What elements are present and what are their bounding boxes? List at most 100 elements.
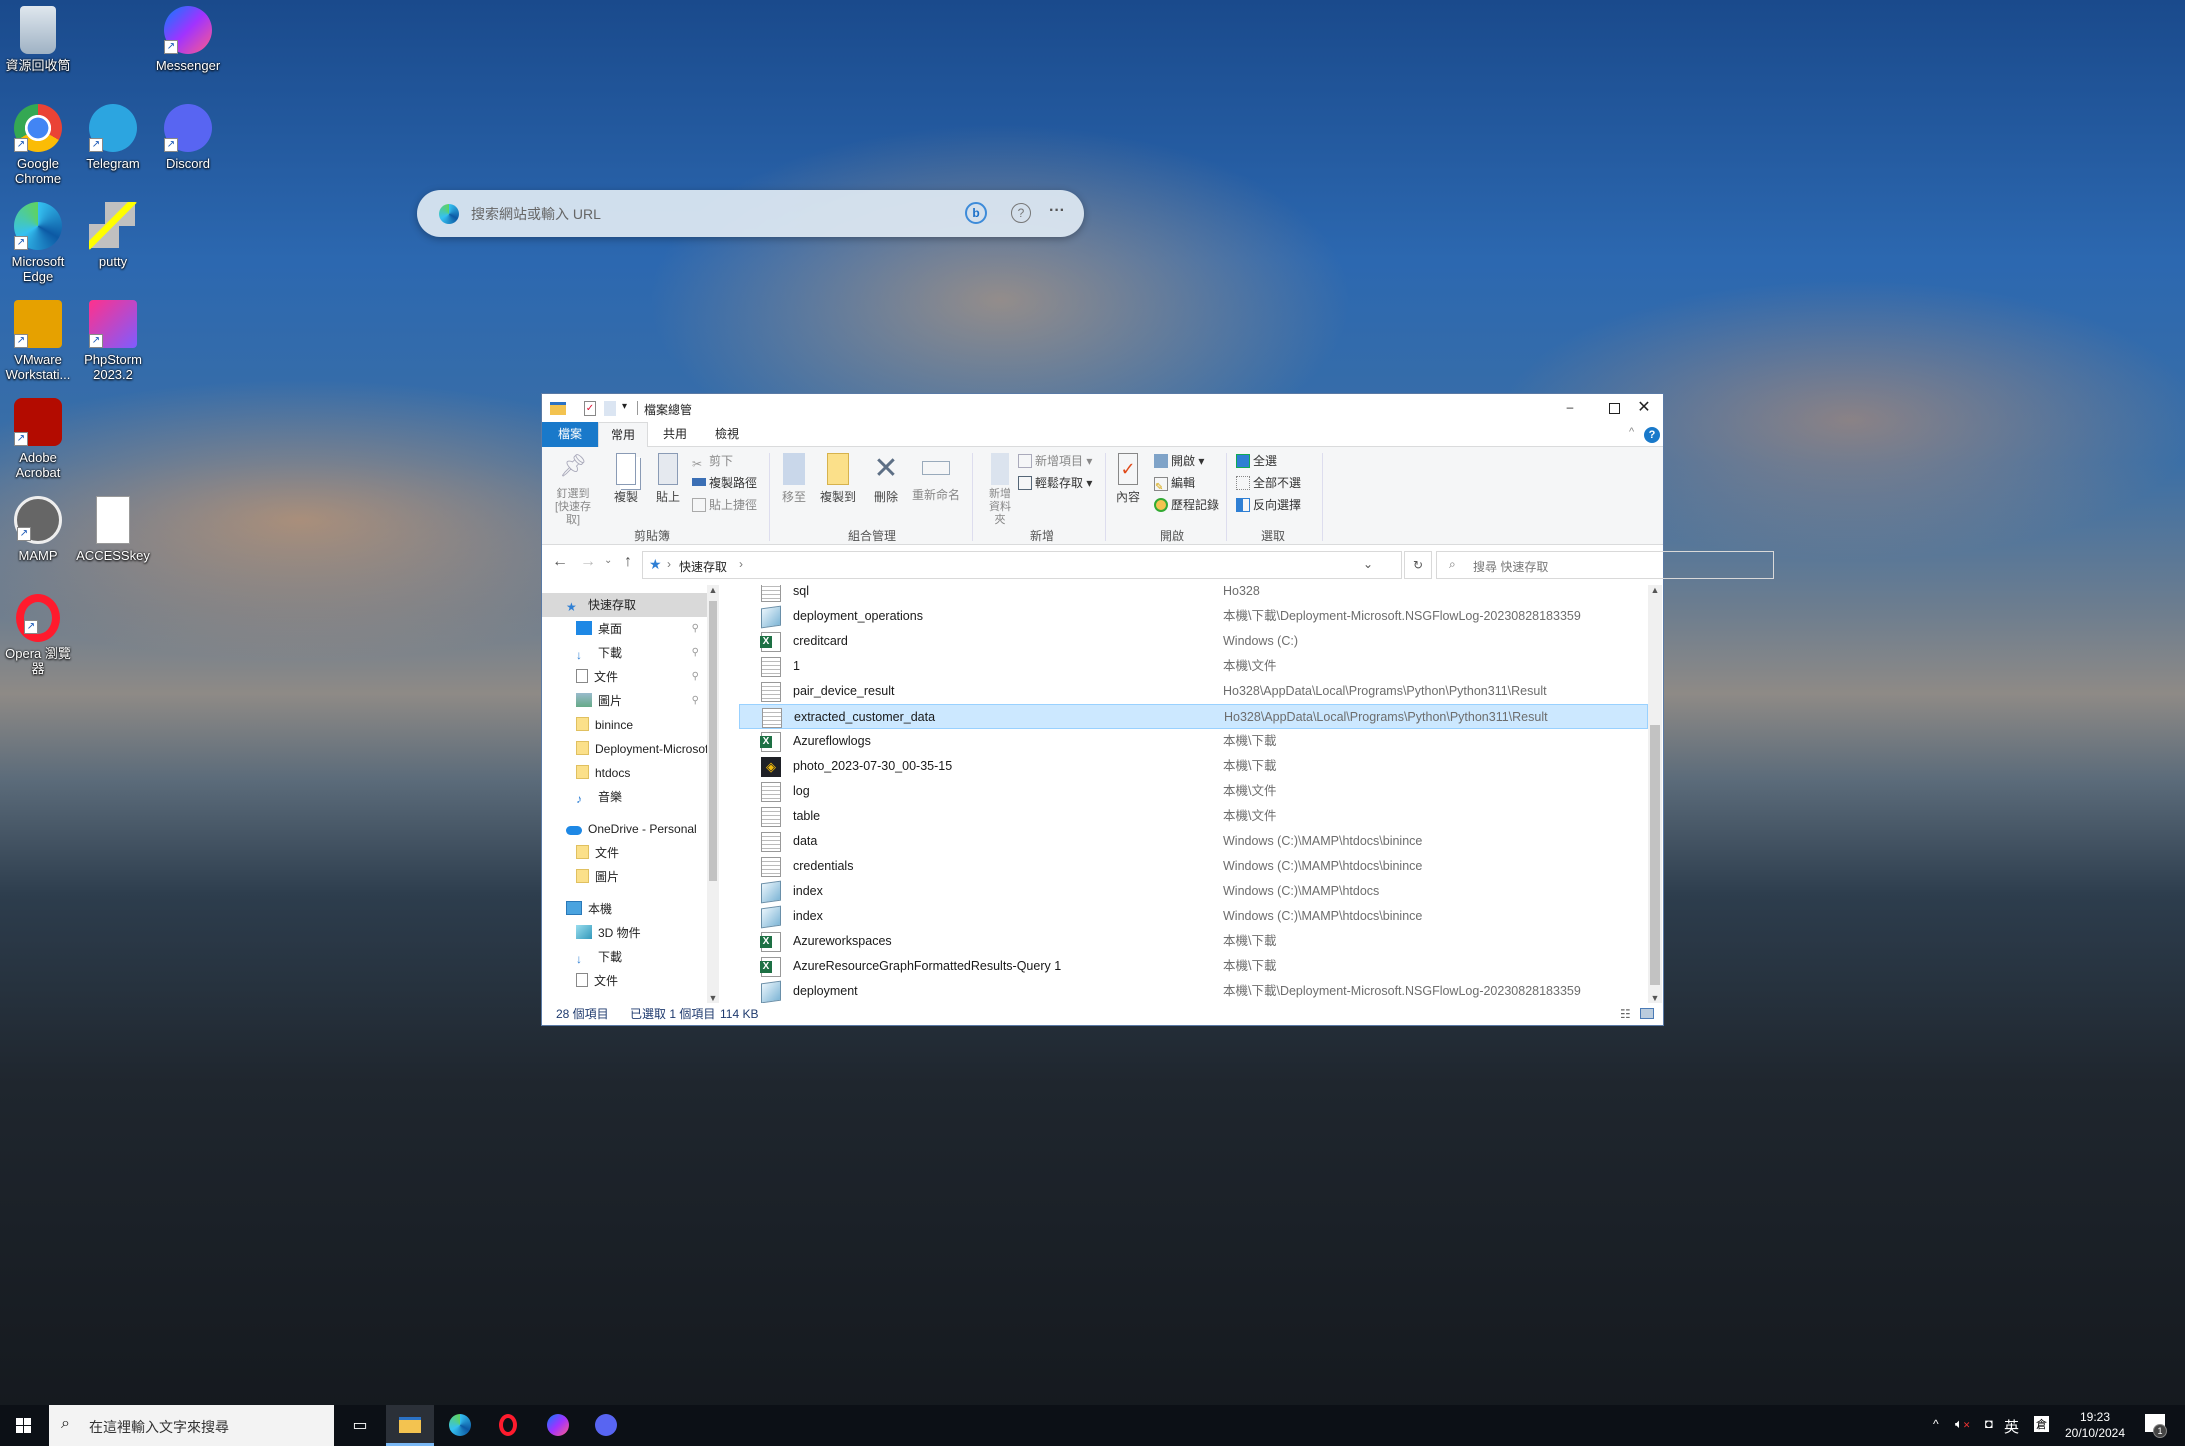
- nav-item[interactable]: 本機: [542, 897, 707, 921]
- scroll-up-icon[interactable]: ▲: [1648, 585, 1662, 595]
- nav-item[interactable]: 圖片: [542, 865, 707, 889]
- file-row[interactable]: extracted_customer_data Ho328\AppData\Loc…: [739, 704, 1648, 729]
- help-icon[interactable]: ?: [1644, 427, 1660, 443]
- scroll-down-icon[interactable]: ▼: [1648, 993, 1662, 1003]
- taskbar-discord[interactable]: [582, 1405, 630, 1446]
- address-dropdown-icon[interactable]: ⌄: [1363, 557, 1373, 571]
- select-none-button[interactable]: 全部不選: [1236, 473, 1301, 493]
- file-row[interactable]: deployment_operations 本機\下載\Deployment-Mi…: [739, 604, 1648, 629]
- rename-button[interactable]: 重新命名: [908, 449, 964, 503]
- properties-quick-icon[interactable]: ✓: [584, 401, 596, 416]
- search-input[interactable]: ⌕ 搜尋 快速存取: [1436, 551, 1774, 579]
- tab-view[interactable]: 檢視: [702, 422, 752, 447]
- desktop-icon-edge[interactable]: ↗ Microsoft Edge: [0, 202, 76, 284]
- desktop-icon-recycle-bin[interactable]: 資源回收筒: [0, 6, 76, 73]
- nav-item[interactable]: ♪ 音樂: [542, 785, 707, 809]
- taskbar-search-box[interactable]: ⌕ 在這裡輸入文字來搜尋: [49, 1405, 334, 1446]
- nav-item[interactable]: 文件: [542, 841, 707, 865]
- file-row[interactable]: Azureflowlogs 本機\下載: [739, 729, 1648, 754]
- cut-button[interactable]: ✂ 剪下: [692, 451, 733, 471]
- pin-quick-access-button[interactable]: 📌︎ 釘選到 [快速存取]: [548, 449, 598, 527]
- desktop-icon-opera[interactable]: ↗ Opera 瀏覽器: [0, 594, 76, 676]
- more-icon[interactable]: ···: [1049, 202, 1065, 220]
- desktop-icon-chrome[interactable]: ↗ Google Chrome: [0, 104, 76, 186]
- tab-share[interactable]: 共用: [650, 422, 700, 447]
- address-bar[interactable]: ★ › 快速存取 › ⌄: [642, 551, 1402, 579]
- file-row[interactable]: sql Ho328: [739, 585, 1648, 604]
- easy-access-button[interactable]: 輕鬆存取 ▾: [1018, 473, 1092, 493]
- forward-button[interactable]: →: [580, 553, 596, 571]
- move-to-button[interactable]: 移至: [774, 449, 814, 505]
- start-button[interactable]: [0, 1405, 48, 1446]
- recent-locations-button[interactable]: ⌄: [604, 555, 612, 566]
- taskbar-opera[interactable]: [484, 1405, 532, 1446]
- copy-path-button[interactable]: 複製路徑: [692, 473, 757, 493]
- bing-chat-icon[interactable]: b: [965, 202, 987, 224]
- collapse-ribbon-icon[interactable]: ^: [1629, 426, 1634, 438]
- new-folder-button[interactable]: 新增資料夾: [978, 449, 1022, 527]
- edge-search-input[interactable]: 搜索網站或輸入 URL: [471, 204, 601, 224]
- large-icons-view-button[interactable]: [1640, 1008, 1654, 1019]
- file-row[interactable]: table 本機\文件: [739, 804, 1648, 829]
- copy-button[interactable]: 複製: [606, 449, 646, 505]
- volume-muted-icon[interactable]: 🔈︎✕: [1955, 1416, 1970, 1432]
- file-row[interactable]: pair_device_result Ho328\AppData\Local\Pr…: [739, 679, 1648, 704]
- desktop-icon-acrobat[interactable]: ↗ Adobe Acrobat: [0, 398, 76, 480]
- nav-item[interactable]: 圖片 ⚲: [542, 689, 707, 713]
- nav-item[interactable]: OneDrive - Personal: [542, 817, 707, 841]
- details-view-button[interactable]: ☷: [1620, 1003, 1631, 1025]
- nav-item[interactable]: binince: [542, 713, 707, 737]
- meet-now-icon[interactable]: ◘: [1985, 1416, 1993, 1431]
- ime-cangjie-icon[interactable]: 倉: [2034, 1416, 2049, 1432]
- desktop-icon-putty[interactable]: putty: [75, 202, 151, 269]
- nav-item[interactable]: 3D 物件: [542, 921, 707, 945]
- new-folder-quick-icon[interactable]: [604, 401, 616, 416]
- nav-item[interactable]: htdocs: [542, 761, 707, 785]
- invert-selection-button[interactable]: 反向選擇: [1236, 495, 1301, 515]
- refresh-button[interactable]: ↻: [1404, 551, 1432, 579]
- customize-qat-icon[interactable]: ▾: [622, 401, 627, 412]
- nav-item[interactable]: 文件 ⚲: [542, 665, 707, 689]
- file-row[interactable]: data Windows (C:)\MAMP\htdocs\binince: [739, 829, 1648, 854]
- nav-item[interactable]: Deployment-Microsoft: [542, 737, 707, 761]
- notification-center-button[interactable]: 1: [2145, 1414, 2167, 1438]
- file-scroll-thumb[interactable]: [1650, 725, 1660, 985]
- back-button[interactable]: ←: [552, 553, 568, 571]
- up-button[interactable]: ↑: [624, 553, 632, 571]
- properties-button[interactable]: ✓ 內容: [1110, 449, 1146, 505]
- clock[interactable]: 19:23 20/10/2024: [2060, 1409, 2130, 1441]
- minimize-button[interactable]: –: [1552, 394, 1588, 422]
- nav-item[interactable]: 文件: [542, 969, 707, 993]
- close-button[interactable]: ✕: [1624, 394, 1664, 422]
- scroll-down-icon[interactable]: ▼: [707, 993, 719, 1003]
- file-row[interactable]: AzureResourceGraphFormattedResults-Query…: [739, 954, 1648, 979]
- new-item-button[interactable]: 新增項目 ▾: [1018, 451, 1092, 471]
- tab-file[interactable]: 檔案: [542, 422, 598, 447]
- tab-home[interactable]: 常用: [598, 422, 648, 448]
- edit-button[interactable]: ✎ 編輯: [1154, 473, 1195, 493]
- nav-item[interactable]: 桌面 ⚲: [542, 617, 707, 641]
- task-view-button[interactable]: ▭: [336, 1405, 384, 1446]
- history-button[interactable]: 歷程記錄: [1154, 495, 1219, 515]
- file-row[interactable]: ◈ photo_2023-07-30_00-35-15 本機\下載: [739, 754, 1648, 779]
- nav-item[interactable]: ↓ 下載: [542, 945, 707, 969]
- breadcrumb-quick-access[interactable]: 快速存取: [679, 558, 727, 575]
- desktop-icon-messenger[interactable]: ↗ Messenger: [150, 6, 226, 73]
- file-row[interactable]: log 本機\文件: [739, 779, 1648, 804]
- ime-mode[interactable]: 英: [2004, 1416, 2019, 1437]
- file-row[interactable]: deployment 本機\下載\Deployment-Microsoft.NSG…: [739, 979, 1648, 1003]
- open-button[interactable]: 開啟 ▾: [1154, 451, 1204, 471]
- file-row[interactable]: credentials Windows (C:)\MAMP\htdocs\bini…: [739, 854, 1648, 879]
- nav-scroll-thumb[interactable]: [709, 601, 717, 881]
- desktop-icon-discord[interactable]: ↗ Discord: [150, 104, 226, 171]
- paste-button[interactable]: 貼上: [648, 449, 688, 505]
- taskbar-messenger[interactable]: [534, 1405, 582, 1446]
- scroll-up-icon[interactable]: ▲: [707, 585, 719, 595]
- file-row[interactable]: 1 本機\文件: [739, 654, 1648, 679]
- help-icon[interactable]: ?: [1011, 203, 1031, 223]
- desktop-icon-telegram[interactable]: ↗ Telegram: [75, 104, 151, 171]
- nav-item[interactable]: ↓ 下載 ⚲: [542, 641, 707, 665]
- paste-shortcut-button[interactable]: 貼上捷徑: [692, 495, 757, 515]
- file-row[interactable]: index Windows (C:)\MAMP\htdocs\binince: [739, 904, 1648, 929]
- desktop-icon-phpstorm[interactable]: ↗ PhpStorm 2023.2: [75, 300, 151, 382]
